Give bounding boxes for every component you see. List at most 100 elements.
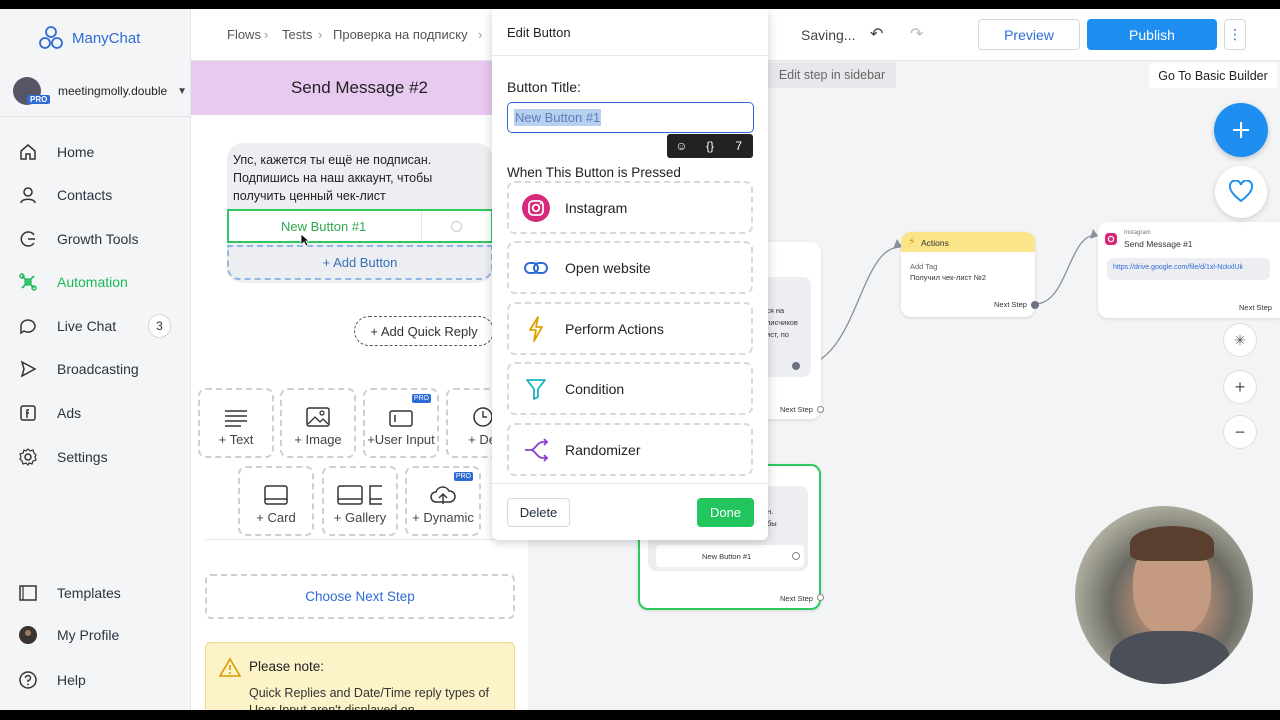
connector-dot-icon[interactable] [1031,301,1039,309]
done-button[interactable]: Done [697,498,754,527]
divider [0,116,191,117]
message-button[interactable]: New Button #1 [227,209,493,243]
link-url: https://drive.google.com/file/d/1xl-Nckx… [1113,264,1243,271]
manychat-logo[interactable]: ManyChat [38,25,140,51]
pro-badge: PRO [411,394,431,403]
sidebar-item-templates[interactable]: Templates [18,581,183,605]
more-options-icon[interactable]: ⋮ [1224,19,1246,50]
option-label: Perform Actions [565,320,664,337]
delete-button[interactable]: Delete [507,498,570,527]
sidebar-item-help[interactable]: Help [18,668,183,692]
next-step-label: Next Step [1239,303,1272,312]
shuffle-icon [525,437,549,462]
add-quick-reply-button[interactable]: + Add Quick Reply [354,316,494,346]
gallery-icon [337,485,382,505]
chevron-right-icon: › [478,27,483,42]
message-text[interactable]: Упс, кажется ты ещё не подписан. Подпиши… [233,151,473,205]
button-title-input[interactable]: New Button #1 [507,102,754,133]
user-input-icon [389,410,413,427]
instagram-icon [522,193,550,222]
lightning-icon [529,315,543,342]
filter-icon [526,378,546,400]
node-text: ся на лисчиков ист, по [766,306,798,339]
sidebar-item-settings[interactable]: Settings [18,445,183,469]
undo-icon[interactable]: ↶ [870,24,883,44]
clock-icon [473,407,493,427]
redo-icon[interactable]: ↷ [910,24,923,44]
next-step-label: Next Step [780,405,813,414]
variables-icon[interactable]: {} [696,139,725,153]
flow-node-instagram[interactable]: Instagram Send Message #1 https://drive.… [1098,222,1280,318]
add-step-button[interactable] [1214,103,1268,157]
action-section-label: When This Button is Pressed [507,165,681,180]
button-title-value: New Button #1 [514,109,602,126]
ads-icon [20,405,36,421]
zoom-in-button[interactable]: + [1223,370,1257,404]
option-instagram[interactable]: Instagram [507,181,753,234]
sidebar-item-automation[interactable]: Automation [18,270,183,294]
plus-icon: + [1234,376,1246,397]
emoji-icon[interactable]: ☺ [667,139,696,153]
sidebar-item-home[interactable]: Home [18,140,183,164]
note-box: Please note: Quick Replies and Date/Time… [205,642,515,710]
sidebar-item-label: Ads [57,405,82,421]
node-title: Actions [921,238,949,248]
divider [492,55,768,56]
sidebar-item-label: Home [57,144,95,160]
plus-icon [1233,122,1249,138]
link-button[interactable]: https://drive.google.com/file/d/1xl-Nckx… [1107,258,1270,280]
edit-step-in-sidebar-label[interactable]: Edit step in sidebar [768,62,896,88]
publish-button[interactable]: Publish [1087,19,1217,50]
sidebar-item-live-chat[interactable]: Live Chat 3 [18,314,183,338]
sidebar-item-broadcasting[interactable]: Broadcasting [18,357,183,381]
chevron-right-icon: › [318,27,323,42]
sidebar-item-ads[interactable]: Ads [18,401,183,425]
flow-node-actions[interactable]: ⚡ Actions Add Tag Получил чек-лист №2 Ne… [901,232,1039,317]
flow-node-partial[interactable]: ся на лисчиков ист, по Next Step [763,242,824,419]
text-icon [225,410,247,427]
account-switcher[interactable]: PRO meetingmolly.double ▼ [13,76,191,106]
message-title[interactable]: Send Message #2 [191,61,528,115]
add-delay-tile[interactable]: + De [446,388,496,458]
go-to-basic-builder-button[interactable]: Go To Basic Builder [1149,63,1277,88]
option-condition[interactable]: Condition [507,362,753,415]
sidebar-item-label: Growth Tools [57,231,139,247]
auto-arrange-button[interactable]: ✳ [1223,323,1257,357]
breadcrumb-flow-name[interactable]: Проверка на подписку [333,27,468,42]
send-icon [20,360,37,378]
choose-next-step-button[interactable]: Choose Next Step [205,574,515,619]
connector-dot-icon[interactable] [451,221,462,232]
sidebar: ManyChat PRO meetingmolly.double ▼ Home … [0,9,191,710]
add-user-input-tile[interactable]: PRO +User Input [363,388,439,458]
add-dynamic-tile[interactable]: PRO + Dynamic [405,466,481,536]
zoom-out-button[interactable]: − [1223,415,1257,449]
option-open-website[interactable]: Open website [507,241,753,294]
connector-dot-icon[interactable] [792,552,800,560]
node-subtitle: Add Tag [910,262,938,271]
node-button[interactable]: New Button #1 [656,545,804,567]
preview-button[interactable]: Preview [978,19,1080,50]
popup-title: Edit Button [507,25,571,40]
breadcrumb-flows[interactable]: Flows [227,27,261,42]
option-randomizer[interactable]: Randomizer [507,423,753,476]
sidebar-item-growth-tools[interactable]: Growth Tools [18,227,183,251]
add-text-tile[interactable]: + Text [198,388,274,458]
message-editor: Send Message #2 Упс, кажется ты ещё не п… [191,61,528,710]
sidebar-item-contacts[interactable]: Contacts [18,183,183,207]
favorite-button[interactable] [1215,166,1267,218]
gear-icon [19,448,37,467]
add-gallery-tile[interactable]: + Gallery [322,466,398,536]
connector-dot-icon[interactable] [817,406,824,413]
option-perform-actions[interactable]: Perform Actions [507,302,753,355]
connector-dot-icon[interactable] [792,362,800,370]
pro-badge: PRO [27,95,51,104]
breadcrumb-tests[interactable]: Tests [282,27,312,42]
add-button[interactable]: + Add Button [227,245,493,280]
add-image-tile[interactable]: + Image [280,388,356,458]
sidebar-item-my-profile[interactable]: My Profile [18,623,183,647]
mouse-cursor-icon [300,233,310,247]
add-card-tile[interactable]: + Card [238,466,314,536]
sidebar-item-label: My Profile [57,627,120,643]
avatar: PRO [13,77,51,105]
connector-dot-icon[interactable] [817,594,824,601]
